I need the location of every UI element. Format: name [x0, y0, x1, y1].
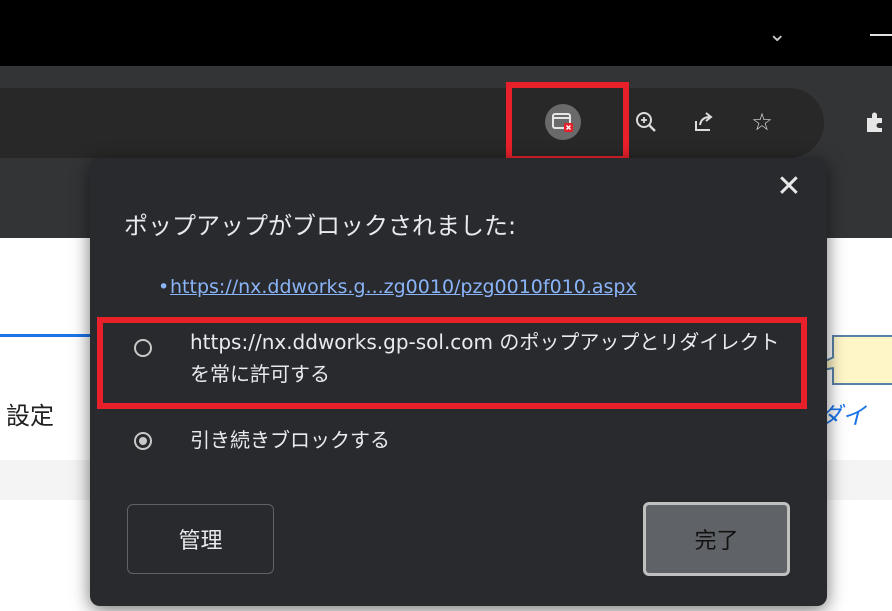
chevron-down-icon[interactable]: ⌄: [768, 22, 786, 47]
zoom-icon[interactable]: [630, 104, 662, 140]
extensions-icon[interactable]: [858, 104, 892, 140]
title-bar: ⌄: [0, 0, 892, 66]
settings-label: 設定: [6, 402, 54, 430]
done-button[interactable]: 完了: [643, 502, 790, 576]
close-icon[interactable]: ✕: [774, 172, 804, 202]
manage-button[interactable]: 管理: [127, 504, 274, 574]
dialog-title: ポップアップがブロックされました:: [124, 212, 517, 240]
keep-blocking-label[interactable]: 引き続きブロックする: [190, 424, 390, 456]
list-bullet: •: [158, 276, 170, 298]
annotation-box-allow-option: [97, 317, 807, 409]
share-icon[interactable]: [688, 104, 720, 140]
page-divider: [0, 334, 100, 337]
keep-blocking-radio[interactable]: [134, 432, 152, 450]
minimize-icon[interactable]: [870, 34, 892, 36]
blocked-popup-link[interactable]: https://nx.ddworks.g...zg0010/pzg0010f01…: [170, 276, 637, 298]
star-icon[interactable]: ☆: [744, 104, 780, 140]
annotation-box-popup-icon: [506, 82, 629, 162]
